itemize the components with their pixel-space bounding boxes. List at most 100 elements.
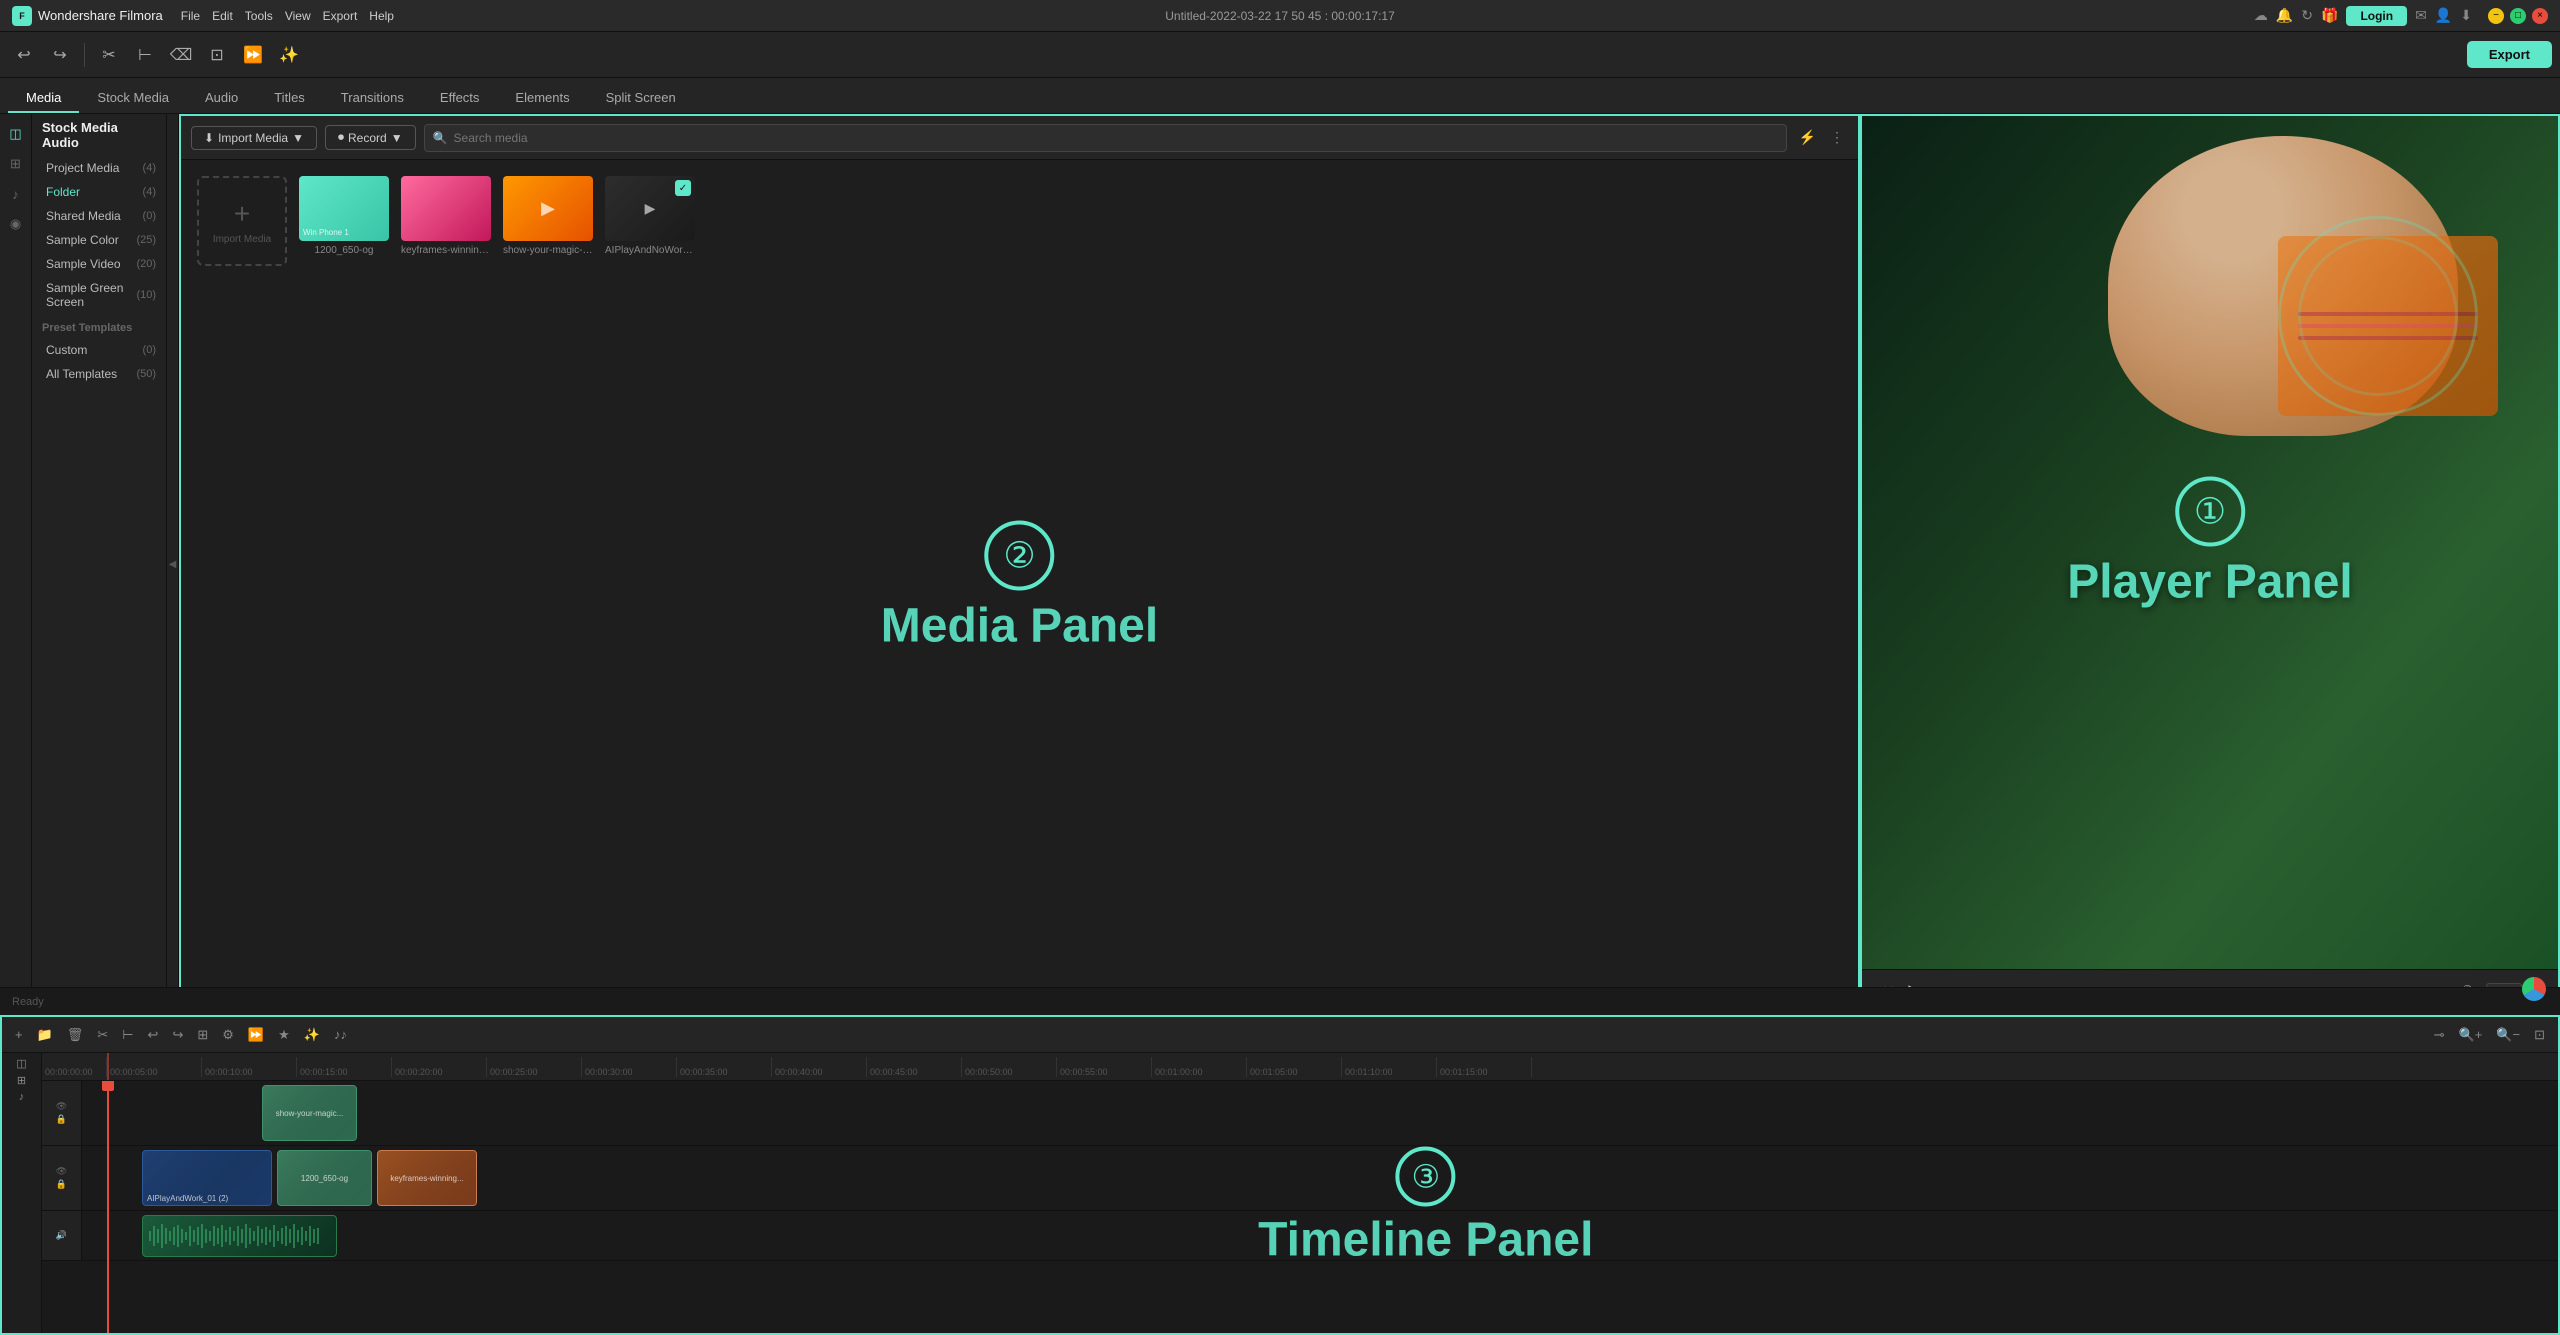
sidebar-item-shared-media[interactable]: Shared Media (0) — [32, 204, 166, 228]
media-thumb-3: ▶ ✓ — [605, 176, 695, 241]
clip-v1-2[interactable]: keyframes-winning... — [377, 1150, 477, 1206]
clip-v1-0[interactable]: AIPlayAndWork_01 (2) — [142, 1150, 272, 1206]
tl-delete-button[interactable]: 🗑 — [62, 1024, 89, 1046]
message-icon[interactable]: ✉ — [2415, 7, 2427, 24]
tl-star-button[interactable]: ★ — [273, 1024, 295, 1046]
tl-zoom-in-button[interactable]: 🔍+ — [2454, 1024, 2488, 1046]
media-item-1[interactable]: keyframes-winning-p... — [401, 176, 491, 266]
delete-button[interactable]: ⌫ — [165, 39, 197, 71]
search-input[interactable] — [454, 131, 1778, 145]
menu-help[interactable]: Help — [369, 9, 394, 23]
sidebar-item-custom[interactable]: Custom (0) — [32, 338, 166, 362]
tl-snap-button[interactable]: ⊸ — [2429, 1024, 2450, 1046]
tab-effects[interactable]: Effects — [422, 84, 498, 113]
tl-settings-button[interactable]: ⚙ — [217, 1024, 239, 1046]
tl-undo-button[interactable]: ↩ — [143, 1024, 164, 1046]
tl-folder-button[interactable]: 📁 — [32, 1024, 58, 1046]
refresh-icon[interactable]: ↻ — [2301, 7, 2313, 24]
media-item-3[interactable]: ▶ ✓ AIPlayAndNoWork_1... — [605, 176, 695, 266]
import-button[interactable]: ⬇ Import Media ▼ — [191, 126, 317, 150]
tab-transitions[interactable]: Transitions — [323, 84, 422, 113]
plus-icon: + — [234, 198, 250, 230]
track-v2-lock-icon[interactable]: 🔒 — [56, 1114, 67, 1125]
tab-elements[interactable]: Elements — [497, 84, 587, 113]
redo-button[interactable]: ↪ — [44, 39, 76, 71]
clip-v2-0[interactable]: show-your-magic... — [262, 1085, 357, 1141]
media-panel-icon[interactable]: ◫ — [4, 122, 28, 146]
menu-export[interactable]: Export — [323, 9, 358, 23]
track-v2-eye-icon[interactable]: 👁 — [56, 1101, 67, 1112]
tl-left-icon-2[interactable]: ⊞ — [17, 1074, 26, 1087]
tab-audio[interactable]: Audio — [187, 84, 256, 113]
effects-panel-icon[interactable]: ⊞ — [4, 152, 28, 176]
crop-button[interactable]: ⊡ — [201, 39, 233, 71]
tl-zoom-out-button[interactable]: 🔍− — [2491, 1024, 2525, 1046]
tl-split-button[interactable]: ⊢ — [117, 1024, 138, 1046]
cut-button[interactable]: ✂ — [93, 39, 125, 71]
sidebar-collapse-button[interactable]: ◀ — [167, 114, 179, 1015]
speed-button[interactable]: ⏩ — [237, 39, 269, 71]
close-button[interactable]: × — [2532, 8, 2548, 24]
menu-tools[interactable]: Tools — [245, 9, 273, 23]
minimize-button[interactable]: − — [2488, 8, 2504, 24]
tl-add-button[interactable]: + — [10, 1024, 28, 1045]
sidebar-item-project-media[interactable]: Project Media (4) — [32, 156, 166, 180]
media-label-0: 1200_650-og — [315, 245, 374, 256]
menu-file[interactable]: File — [181, 9, 200, 23]
tab-stock-media[interactable]: Stock Media — [79, 84, 187, 113]
media-toolbar-icons: ⚡ ⋮ — [1795, 127, 1848, 148]
cloud-icon[interactable]: ☁ — [2254, 7, 2268, 24]
ai-button[interactable]: ✨ — [273, 39, 305, 71]
split-button[interactable]: ⊢ — [129, 39, 161, 71]
undo-button[interactable]: ↩ — [8, 39, 40, 71]
sidebar-item-folder[interactable]: Folder (4) — [32, 180, 166, 204]
media-panel: ⬇ Import Media ▼ ⏺ Record ▼ 🔍 ⚡ ⋮ + — [179, 114, 1860, 1015]
media-content: + Import Media Win Phone 1 1200_650-og k… — [181, 160, 1858, 1013]
menu-edit[interactable]: Edit — [212, 9, 233, 23]
track-a1-mute-icon[interactable]: 🔊 — [56, 1230, 67, 1241]
audio-panel-icon[interactable]: ♪ — [4, 182, 28, 206]
tl-wand-button[interactable]: ✨ — [299, 1024, 325, 1046]
media-item-2[interactable]: ▶ show-your-magic-vid... — [503, 176, 593, 266]
sidebar-item-sample-video[interactable]: Sample Video (20) — [32, 252, 166, 276]
media-item-0[interactable]: Win Phone 1 1200_650-og — [299, 176, 389, 266]
person-icon[interactable]: 👤 — [2435, 7, 2452, 24]
maximize-button[interactable]: □ — [2510, 8, 2526, 24]
tl-fit-button[interactable]: ⊡ — [2529, 1024, 2550, 1046]
view-options-button[interactable]: ⋮ — [1826, 127, 1848, 148]
filter-button[interactable]: ⚡ — [1795, 127, 1820, 148]
timeline-ruler: 00:00:00:00 00:00:05:00 00:00:10:00 00:0… — [42, 1053, 2558, 1081]
track-v2-content: show-your-magic... — [82, 1081, 2558, 1145]
clip-v2-0-content: show-your-magic... — [263, 1086, 356, 1140]
record-button[interactable]: ⏺ Record ▼ — [325, 125, 416, 150]
play-indicator-icon: ▶ — [645, 200, 656, 217]
clip-v1-1[interactable]: 1200_650-og — [277, 1150, 372, 1206]
stock-media-header: Stock Media Audio — [32, 114, 166, 156]
gift-icon[interactable]: 🎁 — [2321, 7, 2338, 24]
tl-speed-button[interactable]: ⏩ — [243, 1024, 269, 1046]
tab-media[interactable]: Media — [8, 84, 79, 113]
download-icon[interactable]: ⬇ — [2460, 7, 2472, 24]
track-v1-lock-icon[interactable]: 🔒 — [56, 1179, 67, 1190]
sidebar-item-sample-color[interactable]: Sample Color (25) — [32, 228, 166, 252]
tl-cut-button[interactable]: ✂ — [92, 1024, 113, 1046]
menu-view[interactable]: View — [285, 9, 311, 23]
tl-group-button[interactable]: ⊞ — [192, 1024, 213, 1046]
track-v1-eye-icon[interactable]: 👁 — [56, 1166, 67, 1177]
color-panel-icon[interactable]: ◉ — [4, 212, 28, 236]
tl-redo-button[interactable]: ↪ — [167, 1024, 188, 1046]
clip-v1-0-content: AIPlayAndWork_01 (2) — [143, 1151, 271, 1205]
export-button[interactable]: Export — [2467, 41, 2552, 68]
import-media-placeholder[interactable]: + Import Media — [197, 176, 287, 266]
tab-titles[interactable]: Titles — [256, 84, 323, 113]
tl-left-icon-3[interactable]: ♪ — [19, 1091, 25, 1103]
sidebar-item-all-templates[interactable]: All Templates (50) — [32, 362, 166, 386]
clip-a1-0[interactable] — [142, 1215, 337, 1257]
tab-split-screen[interactable]: Split Screen — [588, 84, 694, 113]
sidebar-item-green-screen[interactable]: Sample Green Screen (10) — [32, 276, 166, 314]
bell-icon[interactable]: 🔔 — [2276, 7, 2293, 24]
tl-left-icon-1[interactable]: ◫ — [16, 1057, 26, 1070]
tl-audio-button[interactable]: ♪♪ — [329, 1024, 352, 1045]
login-button[interactable]: Login — [2346, 6, 2407, 26]
media-label-1: keyframes-winning-p... — [401, 245, 491, 256]
